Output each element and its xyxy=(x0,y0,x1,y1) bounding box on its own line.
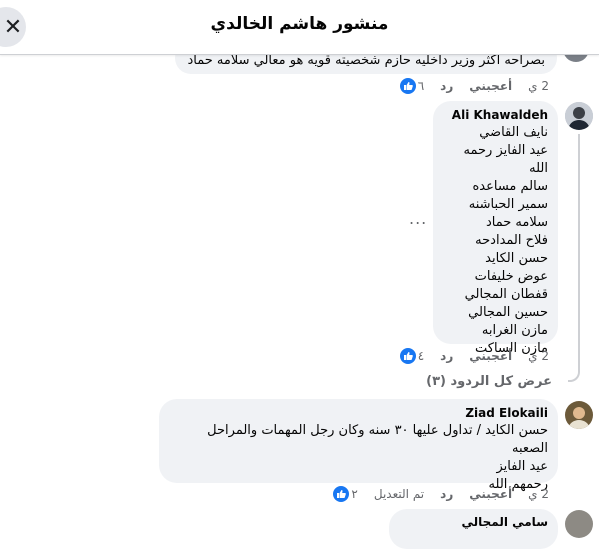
reaction-count[interactable]: ٢ xyxy=(333,486,358,502)
avatar[interactable] xyxy=(565,401,593,429)
comment-line: فلاح المدادحه xyxy=(475,233,548,248)
comment-bubble: سامي المجالي xyxy=(389,509,558,549)
like-icon xyxy=(333,486,350,502)
comment-line: قفطان المجالي xyxy=(464,287,548,302)
comment-author[interactable]: Ziad Elokaili xyxy=(169,406,548,420)
comment-line: عوض خليفات xyxy=(474,269,548,284)
like-button[interactable]: أعجبني xyxy=(469,487,512,501)
comments-feed: بصراحه اكثر وزير داخليه حازم شخصيته قويه… xyxy=(0,0,599,549)
comment-line: حسين المجالي xyxy=(468,305,548,320)
comment-bubble: Ali Khawaldeh نايف القاضي عيد الفايز رحم… xyxy=(433,101,558,356)
reply-button[interactable]: رد xyxy=(440,79,453,93)
edited-label: تم التعديل xyxy=(373,487,425,501)
like-button[interactable]: أعجبني xyxy=(469,79,512,93)
comment-line: عيد الفايز رحمه الله xyxy=(463,143,548,176)
reaction-count[interactable]: ٦ xyxy=(399,78,424,94)
comment-line: سالم مساعده xyxy=(472,179,548,194)
comment-actions: 2 ي أعجبني رد تم التعديل ٢ xyxy=(333,486,549,502)
comment-author[interactable]: Ali Khawaldeh xyxy=(443,108,548,122)
reaction-count[interactable]: ٤ xyxy=(399,348,424,364)
comment-actions: 2 ي أعجبني رد ٤ xyxy=(399,348,549,364)
comment-time[interactable]: 2 ي xyxy=(528,349,549,363)
comment-line: حسن الكايد / تداول عليها ٣٠ سنه وكان رجل… xyxy=(207,423,548,456)
avatar[interactable] xyxy=(565,102,593,130)
comment-line: عيد الفايز xyxy=(496,459,548,474)
reply-button[interactable]: رد xyxy=(440,487,453,501)
comment-line: نايف القاضي xyxy=(479,125,548,140)
thread-line xyxy=(568,134,580,382)
post-header: منشور هاشم الخالدي ✕ xyxy=(0,0,599,55)
comment-line: سلامه حماد xyxy=(485,215,548,230)
like-icon xyxy=(399,348,416,364)
comment-actions: 2 ي أعجبني رد ٦ xyxy=(399,78,549,94)
avatar[interactable] xyxy=(565,510,593,538)
close-button[interactable]: ✕ xyxy=(0,7,26,47)
view-all-replies-link[interactable]: عرض كل الردود (٣) xyxy=(426,374,552,389)
like-icon xyxy=(399,78,416,94)
more-options-icon[interactable]: ... xyxy=(409,209,427,228)
comment-time[interactable]: 2 ي xyxy=(528,79,549,93)
comment-line: مازن الغرابه xyxy=(481,323,548,338)
avatar-image xyxy=(565,102,593,130)
comment-line: سمير الحباشنه xyxy=(468,197,548,212)
like-button[interactable]: أعجبني xyxy=(469,349,512,363)
reply-button[interactable]: رد xyxy=(440,349,453,363)
comment-time[interactable]: 2 ي xyxy=(528,487,549,501)
comment-bubble: Ziad Elokaili حسن الكايد / تداول عليها ٣… xyxy=(159,399,558,492)
comment-line: حسن الكايد xyxy=(485,251,548,266)
page-title: منشور هاشم الخالدي xyxy=(210,14,389,34)
avatar-image xyxy=(565,401,593,429)
close-icon: ✕ xyxy=(3,14,23,40)
